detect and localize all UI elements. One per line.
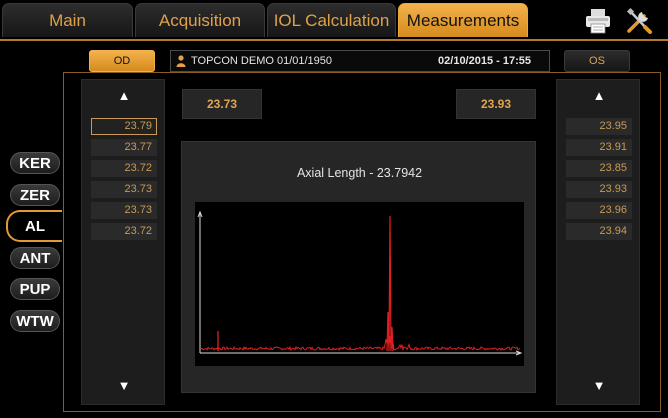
a-scan-waveform (195, 202, 524, 366)
mode-button-ker[interactable]: KER (10, 152, 60, 174)
os-value-item[interactable]: 23.95 (566, 118, 632, 135)
os-values-panel: ▲ 23.95 23.91 23.85 23.93 23.96 23.94 ▼ (556, 79, 640, 405)
os-scroll-down-arrow[interactable]: ▼ (557, 378, 641, 393)
os-scroll-up-arrow[interactable]: ▲ (557, 88, 641, 103)
os-button[interactable]: OS (564, 50, 630, 72)
od-scroll-up-arrow[interactable]: ▲ (82, 88, 166, 103)
axial-length-graph-panel: Axial Length - 23.7942 (181, 141, 536, 393)
mode-button-pup[interactable]: PUP (10, 278, 60, 300)
mode-button-ant[interactable]: ANT (10, 247, 60, 269)
os-values-list: 23.95 23.91 23.85 23.93 23.96 23.94 (566, 118, 632, 244)
os-average-value: 23.93 (456, 89, 536, 119)
od-scroll-down-arrow[interactable]: ▼ (82, 378, 166, 393)
od-value-item[interactable]: 23.73 (91, 181, 157, 198)
graph-title: Axial Length - 23.7942 (296, 166, 423, 180)
waveform-svg (197, 210, 523, 356)
od-button[interactable]: OD (89, 50, 155, 72)
od-values-panel: ▲ 23.79 23.77 23.72 23.73 23.73 23.72 ▼ (81, 79, 165, 405)
mode-button-wtw[interactable]: WTW (10, 310, 60, 332)
od-value-item[interactable]: 23.72 (91, 160, 157, 177)
tab-acquisition[interactable]: Acquisition (135, 3, 265, 37)
exam-datetime: 02/10/2015 - 17:55 (438, 55, 531, 67)
od-value-item[interactable]: 23.72 (91, 223, 157, 240)
tools-icon[interactable] (624, 6, 654, 36)
person-icon (176, 55, 186, 67)
tab-bar: Main Acquisition IOL Calculation Measure… (0, 0, 668, 40)
od-average-value: 23.73 (182, 89, 262, 119)
od-value-item[interactable]: 23.79 (91, 118, 157, 135)
od-value-item[interactable]: 23.73 (91, 202, 157, 219)
os-value-item[interactable]: 23.96 (566, 202, 632, 219)
printer-icon[interactable] (583, 6, 613, 36)
os-value-item[interactable]: 23.91 (566, 139, 632, 156)
os-value-item[interactable]: 23.93 (566, 181, 632, 198)
tab-main[interactable]: Main (2, 3, 133, 37)
patient-name: TOPCON DEMO 01/01/1950 (191, 55, 333, 67)
od-values-list: 23.79 23.77 23.72 23.73 23.73 23.72 (91, 118, 157, 244)
patient-info-bar: TOPCON DEMO 01/01/1950 02/10/2015 - 17:5… (170, 50, 550, 72)
tab-measurements[interactable]: Measurements (398, 3, 528, 37)
mode-button-zer[interactable]: ZER (10, 184, 60, 206)
tab-underline (0, 39, 668, 41)
mode-button-al[interactable]: AL (6, 210, 62, 242)
os-value-item[interactable]: 23.94 (566, 223, 632, 240)
waveform-trace (200, 215, 521, 352)
tab-iol-calculation[interactable]: IOL Calculation (267, 3, 396, 37)
od-value-item[interactable]: 23.77 (91, 139, 157, 156)
os-value-item[interactable]: 23.85 (566, 160, 632, 177)
